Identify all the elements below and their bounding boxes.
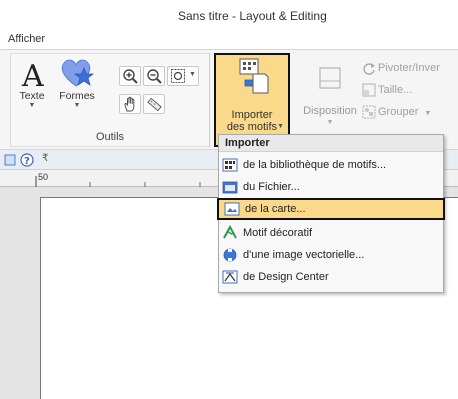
decorative-motif-icon bbox=[223, 225, 237, 239]
ribbon-tab-bar: Afficher bbox=[0, 30, 458, 50]
measure-button[interactable] bbox=[143, 94, 165, 114]
menu-item-file[interactable]: du Fichier... bbox=[219, 176, 443, 198]
menu-item-label: Motif décoratif bbox=[243, 227, 313, 239]
texte-label: Texte bbox=[19, 90, 45, 102]
zoom-fit-button[interactable]: ▼ bbox=[167, 66, 199, 86]
vector-image-icon bbox=[223, 248, 237, 262]
tab-afficher[interactable]: Afficher bbox=[8, 33, 45, 45]
folder-icon bbox=[222, 181, 238, 194]
pan-button[interactable] bbox=[119, 94, 141, 114]
help-icon[interactable]: ? bbox=[20, 153, 34, 167]
taille-button[interactable]: Taille... bbox=[378, 84, 412, 96]
zoom-fit-icon bbox=[171, 69, 185, 83]
texte-button[interactable]: A Texte ▼ bbox=[15, 58, 49, 110]
ruler-label: 50 bbox=[38, 172, 49, 182]
window-title: Sans titre - Layout & Editing bbox=[178, 9, 327, 23]
formes-button[interactable]: Formes ▼ bbox=[55, 56, 99, 110]
menu-item-vector[interactable]: d'une image vectorielle... bbox=[219, 244, 443, 266]
disposition-button[interactable]: Disposition ▼ bbox=[300, 53, 360, 147]
zoom-out-button[interactable] bbox=[143, 66, 165, 86]
title-bar: Sans titre - Layout & Editing bbox=[0, 0, 458, 30]
menu-item-label: de la carte... bbox=[245, 203, 306, 215]
import-motif-icon bbox=[239, 58, 269, 94]
chevron-down-icon: ▼ bbox=[189, 71, 196, 78]
group-icon bbox=[362, 105, 376, 122]
menu-item-label: d'une image vectorielle... bbox=[243, 249, 365, 261]
library-icon bbox=[222, 158, 238, 172]
menu-item-design-center[interactable]: de Design Center bbox=[219, 266, 443, 288]
menu-item-label: du Fichier... bbox=[243, 181, 300, 193]
heart-star-icon bbox=[61, 59, 95, 87]
menu-item-decorative[interactable]: Motif décoratif bbox=[219, 222, 443, 244]
menu-item-label: de la bibliothèque de motifs... bbox=[243, 159, 387, 171]
layout-icon[interactable] bbox=[4, 154, 16, 166]
measure-icon bbox=[147, 97, 162, 112]
menu-item-label: de Design Center bbox=[243, 271, 329, 283]
design-center-icon bbox=[222, 270, 238, 284]
grouper-label: Grouper bbox=[378, 106, 419, 118]
menu-header: Importer bbox=[219, 135, 443, 152]
menu-item-card[interactable]: de la carte... bbox=[217, 198, 445, 220]
resize-icon bbox=[362, 83, 376, 100]
importer-dropdown-menu: Importer de la bibliothèque de motifs...… bbox=[217, 134, 445, 293]
chevron-down-icon: ▼ bbox=[326, 119, 334, 126]
text-a-icon: A bbox=[21, 59, 44, 90]
rotate-icon bbox=[362, 62, 376, 79]
pivoter-button[interactable]: Pivoter/Inver bbox=[378, 62, 440, 74]
grouper-button[interactable]: Grouper ▼ bbox=[378, 106, 431, 118]
importer-line1: Importer bbox=[231, 109, 273, 121]
chevron-down-icon: ▼ bbox=[424, 110, 432, 117]
chevron-down-icon: ▼ bbox=[277, 123, 284, 130]
importer-des-motifs-button[interactable]: Importer des motifs ▼ bbox=[214, 53, 290, 147]
chevron-down-icon: ▼ bbox=[28, 102, 36, 109]
zoom-out-icon bbox=[147, 69, 162, 84]
group-outils-label: Outils bbox=[95, 131, 125, 143]
menu-item-library[interactable]: de la bibliothèque de motifs... bbox=[219, 154, 443, 176]
chevron-down-icon: ▼ bbox=[73, 102, 81, 109]
svg-text:?: ? bbox=[24, 156, 30, 167]
disposition-icon bbox=[319, 67, 341, 89]
zoom-in-button[interactable] bbox=[119, 66, 141, 86]
svg-text:A: A bbox=[21, 59, 44, 90]
formes-label: Formes bbox=[59, 90, 95, 102]
hand-icon bbox=[124, 96, 135, 112]
group-outils: A Texte ▼ Formes ▼ ▼ Outils bbox=[10, 53, 210, 147]
zoom-in-icon bbox=[123, 69, 138, 84]
card-icon bbox=[224, 202, 240, 216]
disposition-label: Disposition bbox=[303, 105, 357, 117]
customize-toolbar-icon[interactable]: ₹ bbox=[42, 153, 48, 164]
